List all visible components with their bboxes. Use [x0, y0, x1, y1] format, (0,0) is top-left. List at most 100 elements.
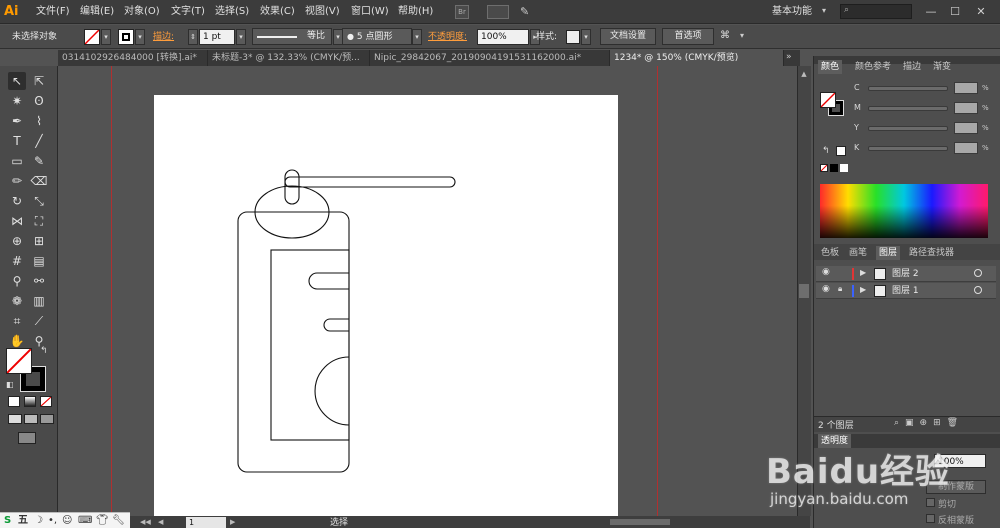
pen-tool-icon[interactable]: ✒: [8, 112, 26, 130]
layer-name[interactable]: 图层 2: [892, 266, 919, 282]
expand-arrow-icon[interactable]: ▶: [860, 285, 866, 294]
brush-dropdown[interactable]: ▾: [412, 29, 422, 45]
keyboard-icon[interactable]: ⌨: [78, 514, 92, 528]
paintbrush-tool-icon[interactable]: ✎: [30, 152, 48, 170]
yellow-field[interactable]: [954, 122, 978, 134]
rotate-tool-icon[interactable]: ↻: [8, 192, 26, 210]
scroll-thumb[interactable]: [799, 284, 809, 298]
skin-icon[interactable]: 👕︎: [96, 514, 109, 528]
curvature-tool-icon[interactable]: ⌇: [30, 112, 48, 130]
chevron-down-icon[interactable]: ▾: [740, 31, 744, 40]
document-setup-button[interactable]: 文档设置: [600, 28, 656, 45]
column-graph-tool-icon[interactable]: ▥: [30, 292, 48, 310]
width-tool-icon[interactable]: ⋈: [8, 212, 26, 230]
web-safe-swatch[interactable]: [836, 146, 846, 156]
menu-type[interactable]: 文字(T): [171, 4, 205, 20]
perspective-grid-tool-icon[interactable]: ⊞: [30, 232, 48, 250]
tab-swatches[interactable]: 色板: [818, 246, 842, 260]
horizontal-scroll-thumb[interactable]: [610, 519, 670, 525]
maximize-button[interactable]: ☐: [946, 4, 964, 19]
variable-width-profile[interactable]: 等比: [252, 28, 332, 45]
tab-layers[interactable]: 图层: [876, 246, 901, 260]
eraser-tool-icon[interactable]: ⌫: [30, 172, 48, 190]
magenta-field[interactable]: [954, 102, 978, 114]
yellow-slider[interactable]: [868, 126, 948, 131]
eyedropper-tool-icon[interactable]: ⚲: [8, 272, 26, 290]
artboard-number-field[interactable]: 1: [186, 517, 226, 528]
tab-pathfinder[interactable]: 路径查找器: [906, 246, 957, 260]
menu-edit[interactable]: 编辑(E): [80, 4, 114, 20]
brush-definition[interactable]: ● 5 点圆形: [342, 28, 412, 45]
none-swatch[interactable]: [820, 164, 828, 172]
menu-object[interactable]: 对象(O): [124, 4, 160, 20]
black-slider[interactable]: [868, 146, 948, 151]
search-input[interactable]: ⌕: [840, 4, 912, 19]
style-dropdown[interactable]: ▾: [581, 29, 591, 45]
punctuation-icon[interactable]: •,: [48, 514, 57, 528]
tab-document-active[interactable]: 1234* @ 150% (CMYK/预览): [610, 50, 784, 66]
color-spectrum[interactable]: [820, 184, 988, 238]
blend-tool-icon[interactable]: ⚯: [30, 272, 48, 290]
canvas-area[interactable]: [59, 66, 797, 516]
gradient-tool-icon[interactable]: ▤: [30, 252, 48, 270]
first-artboard-icon[interactable]: ◀◀: [140, 518, 151, 526]
white-swatch[interactable]: [840, 164, 848, 172]
tab-color[interactable]: 颜色: [818, 60, 843, 74]
shape-builder-tool-icon[interactable]: ⊕: [8, 232, 26, 250]
line-tool-icon[interactable]: ╱: [30, 132, 48, 150]
scale-tool-icon[interactable]: ⤡: [30, 192, 48, 210]
direct-selection-tool-icon[interactable]: ⇱: [30, 72, 48, 90]
stroke-dropdown[interactable]: ▾: [135, 29, 145, 45]
target-circle-icon[interactable]: [974, 269, 982, 277]
screen-mode-icon[interactable]: [18, 432, 36, 444]
black-field[interactable]: [954, 142, 978, 154]
draw-behind-icon[interactable]: [24, 414, 38, 424]
black-swatch[interactable]: [830, 164, 838, 172]
moon-icon[interactable]: ☽: [34, 514, 43, 528]
previous-artboard-icon[interactable]: ◀: [158, 518, 163, 526]
wrench-icon[interactable]: 🔧︎: [112, 514, 125, 528]
draw-inside-icon[interactable]: [40, 414, 54, 424]
none-mode-button[interactable]: [40, 396, 52, 407]
target-circle-icon[interactable]: [974, 286, 982, 294]
color-mode-button[interactable]: [8, 396, 20, 407]
stroke-label[interactable]: 描边:: [153, 31, 174, 43]
artboard[interactable]: [154, 95, 618, 516]
menu-effect[interactable]: 效果(C): [260, 4, 295, 20]
preferences-button[interactable]: 首选项: [662, 28, 714, 45]
mesh-tool-icon[interactable]: #: [8, 252, 26, 270]
layer-row[interactable]: ◉ 🔒︎ ▶ 图层 1: [816, 283, 996, 299]
default-colors-icon[interactable]: ◧: [6, 380, 14, 389]
layer-name[interactable]: 图层 1: [892, 283, 919, 299]
magenta-slider[interactable]: [868, 106, 948, 111]
menu-help[interactable]: 帮助(H): [398, 4, 433, 20]
lasso-tool-icon[interactable]: ʘ: [30, 92, 48, 110]
cyan-slider[interactable]: [868, 86, 948, 91]
tab-brushes[interactable]: 画笔: [846, 246, 870, 260]
expand-arrow-icon[interactable]: ▶: [860, 268, 866, 277]
visibility-eye-icon[interactable]: ◉: [822, 284, 830, 294]
swap-fill-stroke-icon[interactable]: ↰: [40, 346, 48, 356]
menu-window[interactable]: 窗口(W): [351, 4, 389, 20]
arrange-icon[interactable]: ⌘: [720, 30, 740, 44]
visibility-eye-icon[interactable]: ◉: [822, 267, 830, 277]
fill-color-box[interactable]: [6, 348, 32, 374]
fill-dropdown[interactable]: ▾: [101, 29, 111, 45]
ime-logo-icon[interactable]: S: [4, 514, 11, 528]
layers-footer-icons[interactable]: ⌕▣⊕⊞🗑︎: [894, 418, 964, 428]
menu-select[interactable]: 选择(S): [215, 4, 249, 20]
bridge-button[interactable]: Br: [455, 5, 469, 19]
graphic-style-swatch[interactable]: [566, 30, 580, 44]
menu-file[interactable]: 文件(F): [36, 4, 70, 20]
out-of-gamut-icon[interactable]: ↰: [822, 146, 830, 156]
tab-color-guide[interactable]: 颜色参考: [852, 60, 894, 74]
tab-document-3[interactable]: Nipic_29842067_20190904191531162000.ai*: [370, 50, 610, 66]
next-artboard-icon[interactable]: ▶: [230, 518, 235, 526]
tab-stroke[interactable]: 描边: [900, 60, 924, 74]
tab-overflow-icon[interactable]: »: [786, 52, 792, 62]
gradient-mode-button[interactable]: [24, 396, 36, 407]
menu-view[interactable]: 视图(V): [305, 4, 340, 20]
tab-document-2[interactable]: 未标题-3* @ 132.33% (CMYK/预...: [208, 50, 370, 66]
close-button[interactable]: ✕: [972, 4, 990, 19]
gpu-icon[interactable]: ✎: [520, 5, 536, 19]
